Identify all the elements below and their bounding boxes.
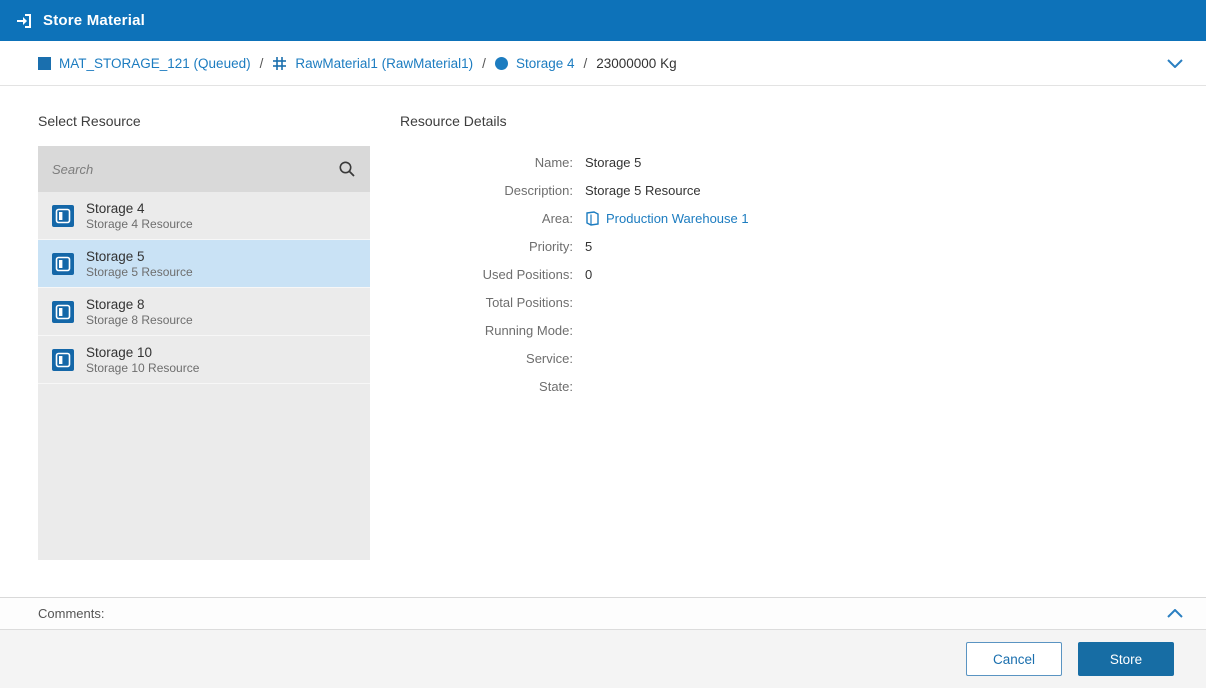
detail-row-name: Name: Storage 5 [400, 148, 749, 176]
detail-row-running-mode: Running Mode: [400, 316, 749, 344]
area-icon [585, 211, 600, 226]
store-button[interactable]: Store [1078, 642, 1174, 676]
resource-list-item-selected[interactable]: Storage 5 Storage 5 Resource [38, 240, 370, 288]
detail-label: State: [400, 379, 585, 394]
detail-value: Storage 5 Resource [585, 183, 701, 198]
resource-list-panel: Storage 4 Storage 4 Resource Storage 5 S… [38, 146, 370, 560]
resource-description: Storage 5 Resource [86, 265, 193, 280]
storage-resource-icon [52, 253, 74, 275]
chevron-down-icon[interactable] [1164, 52, 1186, 74]
breadcrumb-separator: / [583, 56, 587, 71]
resource-name: Storage 10 [86, 344, 199, 361]
storage-resource-icon [52, 205, 74, 227]
footer: Cancel Store [0, 629, 1206, 688]
page-title: Store Material [43, 12, 145, 29]
resource-details-title: Resource Details [400, 113, 507, 129]
detail-value: Storage 5 [585, 155, 641, 170]
detail-row-priority: Priority: 5 [400, 232, 749, 260]
breadcrumb-item-operation[interactable]: RawMaterial1 (RawMaterial1) [272, 56, 473, 71]
breadcrumb: MAT_STORAGE_121 (Queued) / RawMaterial1 … [0, 41, 1206, 86]
detail-row-description: Description: Storage 5 Resource [400, 176, 749, 204]
app-header: Store Material [0, 0, 1206, 41]
detail-label: Description: [400, 183, 585, 198]
cancel-button[interactable]: Cancel [966, 642, 1062, 676]
resource-icon [495, 57, 508, 70]
detail-label: Priority: [400, 239, 585, 254]
breadcrumb-quantity: 23000000 Kg [596, 56, 676, 71]
storage-resource-icon [52, 301, 74, 323]
detail-row-used-positions: Used Positions: 0 [400, 260, 749, 288]
resource-name: Storage 4 [86, 200, 193, 217]
detail-label: Total Positions: [400, 295, 585, 310]
resource-list-item[interactable]: Storage 4 Storage 4 Resource [38, 192, 370, 240]
detail-label: Service: [400, 351, 585, 366]
resource-description: Storage 10 Resource [86, 361, 199, 376]
detail-row-state: State: [400, 372, 749, 400]
resource-name: Storage 8 [86, 296, 193, 313]
detail-label: Area: [400, 211, 585, 226]
resource-description: Storage 8 Resource [86, 313, 193, 328]
breadcrumb-resource-label: Storage 4 [516, 56, 575, 71]
resource-list-item[interactable]: Storage 8 Storage 8 Resource [38, 288, 370, 336]
detail-row-service: Service: [400, 344, 749, 372]
comments-section: Comments: [0, 597, 1206, 629]
material-icon [38, 57, 51, 70]
breadcrumb-item-resource[interactable]: Storage 4 [495, 56, 575, 71]
search-icon[interactable] [338, 160, 356, 178]
operation-icon [272, 56, 287, 71]
detail-value: 0 [585, 267, 592, 282]
search-input[interactable] [52, 162, 330, 177]
comments-label: Comments: [38, 606, 104, 621]
resource-details: Name: Storage 5 Description: Storage 5 R… [400, 148, 749, 400]
breadcrumb-item-material[interactable]: MAT_STORAGE_121 (Queued) [38, 56, 251, 71]
detail-label: Running Mode: [400, 323, 585, 338]
breadcrumb-separator: / [260, 56, 264, 71]
store-material-icon [15, 12, 33, 30]
detail-value: 5 [585, 239, 592, 254]
detail-label: Name: [400, 155, 585, 170]
storage-resource-icon [52, 349, 74, 371]
resource-description: Storage 4 Resource [86, 217, 193, 232]
area-link[interactable]: Production Warehouse 1 [606, 211, 749, 226]
select-resource-title: Select Resource [38, 113, 141, 129]
search-bar [38, 146, 370, 192]
breadcrumb-material-label: MAT_STORAGE_121 (Queued) [59, 56, 251, 71]
breadcrumb-operation-label: RawMaterial1 (RawMaterial1) [295, 56, 473, 71]
breadcrumb-separator: / [482, 56, 486, 71]
chevron-up-icon[interactable] [1164, 603, 1186, 625]
resource-list-item[interactable]: Storage 10 Storage 10 Resource [38, 336, 370, 384]
detail-label: Used Positions: [400, 267, 585, 282]
resource-name: Storage 5 [86, 248, 193, 265]
detail-value-area: Production Warehouse 1 [585, 211, 749, 226]
detail-row-area: Area: Production Warehouse 1 [400, 204, 749, 232]
detail-row-total-positions: Total Positions: [400, 288, 749, 316]
